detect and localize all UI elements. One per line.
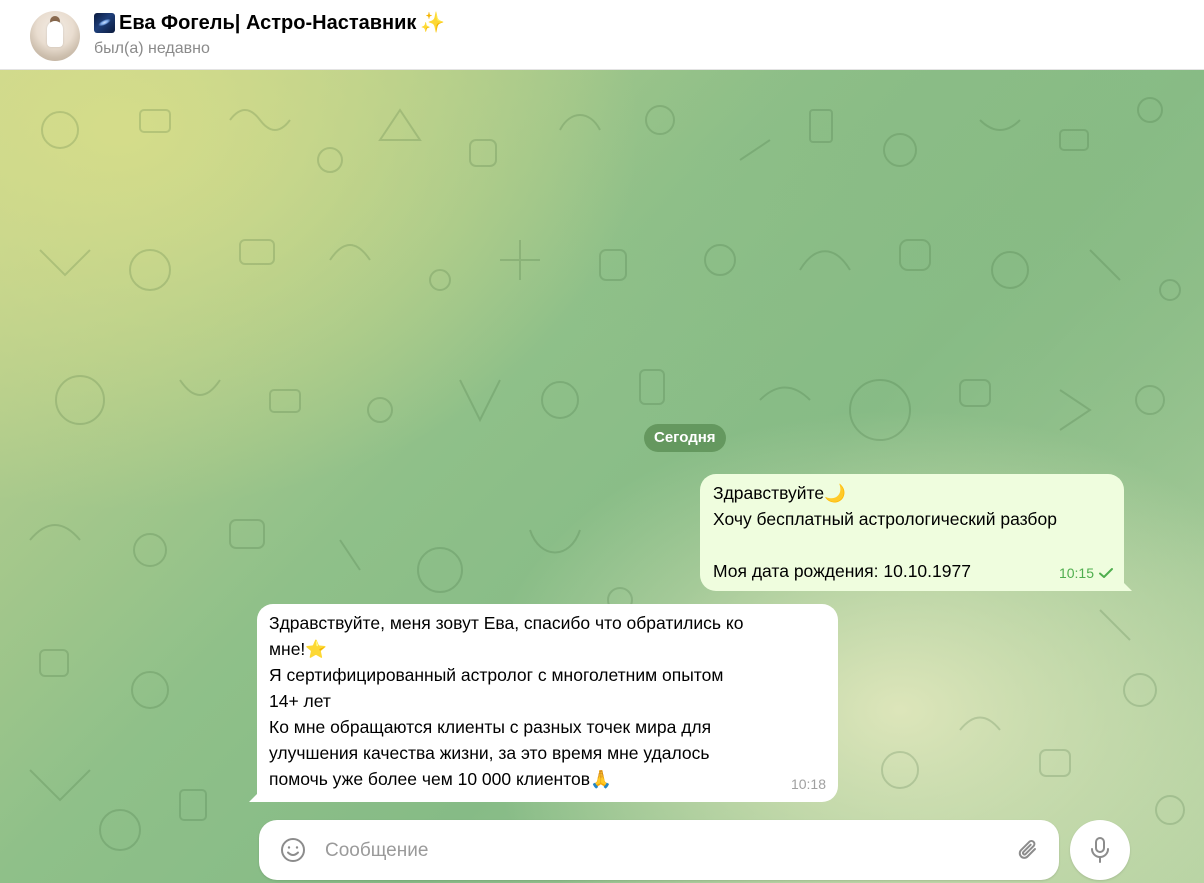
- last-seen-status: был(а) недавно: [94, 40, 210, 57]
- microphone-icon: [1091, 837, 1109, 863]
- message-time: 10:15: [1058, 565, 1094, 581]
- emoji-icon[interactable]: [279, 836, 307, 864]
- message-line: мне!⭐: [269, 636, 826, 662]
- incoming-message-bubble[interactable]: Здравствуйте, меня зовут Ева, спасибо чт…: [257, 604, 838, 802]
- message-line: 14+ лет: [269, 691, 331, 711]
- message-text: Здравствуйте: [713, 483, 825, 503]
- sparkle-icon: ✨: [420, 12, 446, 34]
- chat-header: Ева Фогель| Астро-Наставник ✨ был(а) нед…: [0, 0, 1204, 70]
- message-text: мне!: [269, 639, 306, 659]
- avatar-figure: [47, 21, 63, 47]
- message-line: Здравствуйте, меня зовут Ева, спасибо чт…: [269, 613, 744, 633]
- star-icon: ⭐: [305, 639, 328, 659]
- message-time: 10:18: [790, 776, 826, 792]
- message-line: помочь уже более чем 10 000 клиентов🙏: [269, 766, 826, 792]
- microphone-button[interactable]: [1070, 820, 1130, 880]
- date-separator: Сегодня: [644, 424, 726, 452]
- message-line: Моя дата рождения: 10.10.1977: [713, 561, 971, 581]
- praying-hands-icon: 🙏: [590, 769, 612, 789]
- chat-title-row[interactable]: Ева Фогель| Астро-Наставник ✨: [94, 10, 445, 36]
- avatar[interactable]: [30, 11, 80, 61]
- message-line: Ко мне обращаются клиенты с разных точек…: [269, 717, 712, 737]
- message-line: улучшения качества жизни, за это время м…: [269, 743, 710, 763]
- message-meta: 10:15: [1059, 560, 1114, 586]
- message-line: Здравствуйте🌙: [713, 480, 1112, 506]
- chat-title: Ева Фогель| Астро-Наставник: [119, 11, 417, 34]
- moon-icon: 🌙: [824, 483, 846, 503]
- message-text: помочь уже более чем 10 000 клиентов: [269, 769, 591, 789]
- message-line: Хочу бесплатный астрологический разбор: [713, 509, 1057, 529]
- message-input[interactable]: [323, 834, 987, 868]
- galaxy-icon: [94, 13, 115, 33]
- check-icon: [1099, 568, 1113, 578]
- paperclip-icon[interactable]: [1015, 836, 1043, 864]
- outgoing-message-bubble[interactable]: Здравствуйте🌙 Хочу бесплатный астрологич…: [700, 474, 1124, 591]
- message-composer: [259, 820, 1059, 880]
- telegram-chat-window: Ева Фогель| Астро-Наставник ✨ был(а) нед…: [0, 0, 1204, 883]
- message-line: Я сертифицированный астролог с многолетн…: [269, 665, 724, 685]
